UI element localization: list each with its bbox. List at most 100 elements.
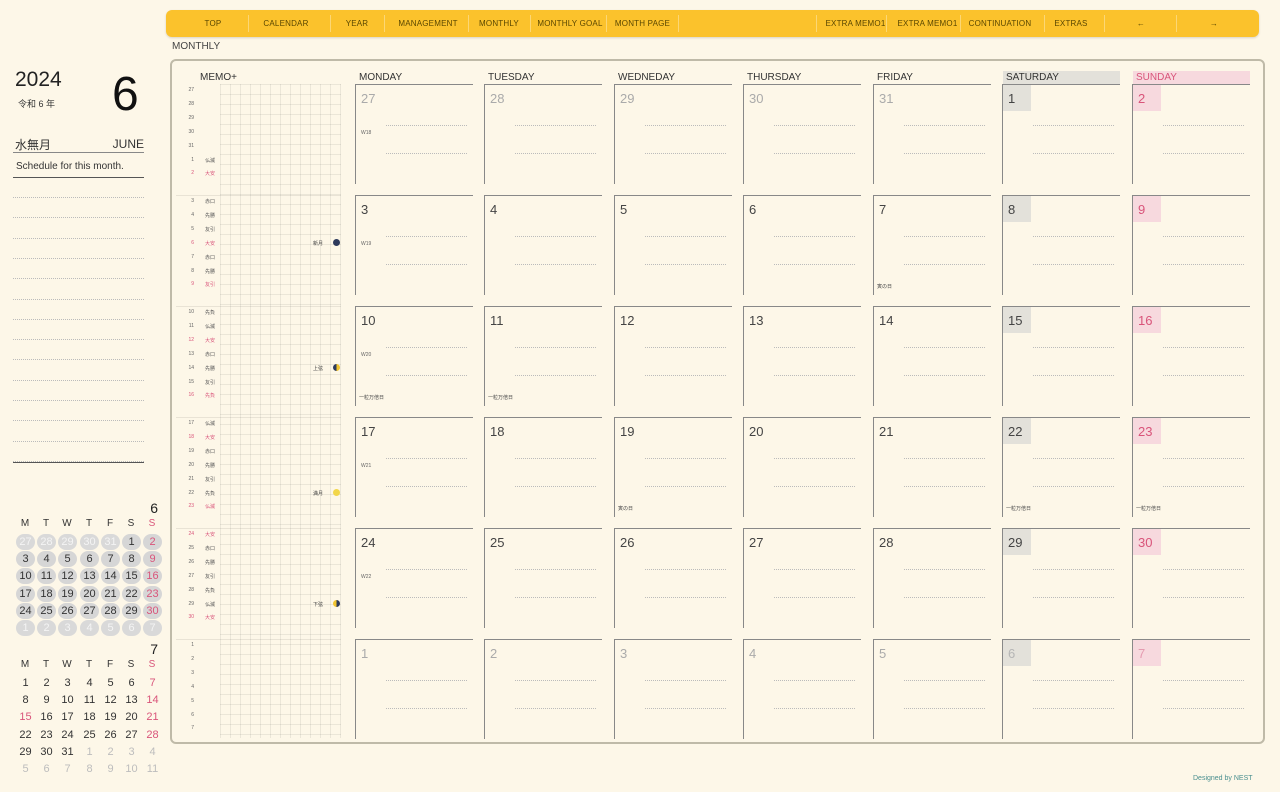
mini-calendar-day[interactable]: 13 bbox=[122, 692, 141, 708]
mini-calendar-day[interactable]: 25 bbox=[37, 602, 56, 619]
mini-calendar-day[interactable]: 24 bbox=[58, 727, 77, 743]
day-cell[interactable]: 5 bbox=[873, 639, 991, 739]
mini-calendar-day[interactable]: 4 bbox=[143, 744, 162, 760]
schedule-line[interactable] bbox=[13, 257, 144, 259]
mini-calendar-day[interactable]: 20 bbox=[122, 709, 141, 725]
mini-calendar-day[interactable]: 25 bbox=[80, 727, 99, 743]
nav-item-year[interactable]: YEAR bbox=[343, 10, 371, 37]
mini-calendar-day[interactable]: 1 bbox=[122, 534, 141, 550]
nav-item-top[interactable]: TOP bbox=[200, 10, 226, 37]
mini-calendar-day[interactable]: 5 bbox=[101, 620, 120, 636]
day-cell[interactable]: 9 bbox=[1132, 195, 1250, 295]
mini-calendar-day[interactable]: 29 bbox=[16, 744, 35, 760]
day-cell[interactable]: 18 bbox=[484, 417, 602, 517]
day-cell[interactable]: 23 一粒万倍日 bbox=[1132, 417, 1250, 517]
schedule-line[interactable] bbox=[13, 298, 144, 300]
day-cell[interactable]: 1 bbox=[355, 639, 473, 739]
nav-item-monthly-goal[interactable]: MONTHLY GOAL bbox=[535, 10, 605, 37]
mini-calendar-day[interactable]: 16 bbox=[37, 709, 56, 725]
day-cell[interactable]: 2 bbox=[1132, 84, 1250, 184]
mini-calendar-day[interactable]: 7 bbox=[143, 620, 162, 636]
mini-calendar-day[interactable]: 12 bbox=[58, 568, 77, 585]
day-cell[interactable]: 3 W19 bbox=[355, 195, 473, 295]
mini-calendar-day[interactable]: 14 bbox=[143, 692, 162, 708]
mini-calendar-day[interactable]: 24 bbox=[16, 602, 35, 619]
day-cell[interactable]: 27 W18 bbox=[355, 84, 473, 184]
nav-item-extra-memo1[interactable]: EXTRA MEMO1 bbox=[896, 10, 959, 37]
mini-calendar-day[interactable]: 3 bbox=[122, 744, 141, 760]
day-cell[interactable]: 11 一粒万倍日 bbox=[484, 306, 602, 406]
day-cell[interactable]: 6 bbox=[1002, 639, 1120, 739]
mini-calendar-day[interactable]: 7 bbox=[143, 675, 162, 691]
mini-calendar-day[interactable]: 6 bbox=[122, 620, 141, 636]
mini-calendar-day[interactable]: 12 bbox=[101, 692, 120, 708]
mini-calendar-day[interactable]: 2 bbox=[37, 620, 56, 636]
nav-item-monthly[interactable]: MONTHLY bbox=[477, 10, 521, 37]
nav-item-extra-memo1[interactable]: EXTRA MEMO1 bbox=[824, 10, 887, 37]
nav-item-extras[interactable]: EXTRAS bbox=[1053, 10, 1089, 37]
day-cell[interactable]: 25 bbox=[484, 528, 602, 628]
mini-calendar-day[interactable]: 30 bbox=[37, 744, 56, 760]
mini-calendar-day[interactable]: 3 bbox=[58, 675, 77, 691]
mini-calendar-day[interactable]: 7 bbox=[101, 551, 120, 568]
day-cell[interactable]: 30 bbox=[743, 84, 861, 184]
nav-item-calendar[interactable]: CALENDAR bbox=[260, 10, 312, 37]
mini-calendar-day[interactable]: 7 bbox=[58, 761, 77, 777]
schedule-line[interactable] bbox=[13, 217, 144, 219]
mini-calendar-day[interactable]: 23 bbox=[37, 727, 56, 743]
day-cell[interactable]: 16 bbox=[1132, 306, 1250, 406]
schedule-line[interactable] bbox=[13, 359, 144, 361]
mini-calendar-day[interactable]: 15 bbox=[16, 709, 35, 725]
day-cell[interactable]: 6 bbox=[743, 195, 861, 295]
day-cell[interactable]: 17 W21 bbox=[355, 417, 473, 517]
mini-calendar-day[interactable]: 8 bbox=[122, 551, 141, 568]
mini-calendar-day[interactable]: 11 bbox=[80, 692, 99, 708]
mini-calendar-day[interactable]: 27 bbox=[122, 727, 141, 743]
day-cell[interactable]: 31 bbox=[873, 84, 991, 184]
day-cell[interactable]: 3 bbox=[614, 639, 732, 739]
mini-calendar-day[interactable]: 19 bbox=[101, 709, 120, 725]
nav-item-management[interactable]: MANAGEMENT bbox=[395, 10, 461, 37]
mini-calendar-day[interactable]: 10 bbox=[16, 568, 35, 585]
mini-calendar-day[interactable]: 21 bbox=[143, 709, 162, 725]
mini-calendar-day[interactable]: 26 bbox=[101, 727, 120, 743]
mini-calendar-day[interactable]: 22 bbox=[122, 585, 141, 602]
day-cell[interactable]: 20 bbox=[743, 417, 861, 517]
mini-calendar-day[interactable]: 22 bbox=[16, 727, 35, 743]
nav-item-continuation[interactable]: CONTINUATION bbox=[966, 10, 1034, 37]
mini-calendar-day[interactable]: 9 bbox=[143, 551, 162, 568]
mini-calendar-day[interactable]: 6 bbox=[80, 551, 99, 568]
mini-calendar-day[interactable]: 8 bbox=[80, 761, 99, 777]
mini-calendar-day[interactable]: 2 bbox=[101, 744, 120, 760]
day-cell[interactable]: 29 bbox=[614, 84, 732, 184]
mini-calendar-day[interactable]: 31 bbox=[101, 534, 120, 550]
mini-calendar-day[interactable]: 10 bbox=[122, 761, 141, 777]
mini-calendar-day[interactable]: 17 bbox=[16, 585, 35, 602]
mini-calendar-day[interactable]: 18 bbox=[80, 709, 99, 725]
mini-calendar-day[interactable]: 1 bbox=[16, 675, 35, 691]
schedule-line[interactable] bbox=[13, 420, 144, 422]
day-cell[interactable]: 30 bbox=[1132, 528, 1250, 628]
mini-calendar-day[interactable]: 29 bbox=[58, 534, 77, 550]
day-cell[interactable]: 29 bbox=[1002, 528, 1120, 628]
mini-calendar-day[interactable]: 6 bbox=[122, 675, 141, 691]
mini-calendar-day[interactable]: 1 bbox=[80, 744, 99, 760]
day-cell[interactable]: 10 W20 一粒万倍日 bbox=[355, 306, 473, 406]
mini-calendar-day[interactable]: 10 bbox=[58, 692, 77, 708]
schedule-line[interactable] bbox=[13, 379, 144, 381]
mini-calendar-day[interactable]: 17 bbox=[58, 709, 77, 725]
mini-calendar-day[interactable]: 5 bbox=[101, 675, 120, 691]
day-cell[interactable]: 12 bbox=[614, 306, 732, 406]
mini-calendar-day[interactable]: 18 bbox=[37, 585, 56, 602]
day-cell[interactable]: 27 bbox=[743, 528, 861, 628]
day-cell[interactable]: 1 bbox=[1002, 84, 1120, 184]
mini-calendar-day[interactable]: 1 bbox=[16, 620, 35, 636]
day-cell[interactable]: 5 bbox=[614, 195, 732, 295]
mini-calendar-day[interactable]: 31 bbox=[58, 744, 77, 760]
schedule-line[interactable] bbox=[13, 318, 144, 320]
day-cell[interactable]: 26 bbox=[614, 528, 732, 628]
mini-calendar-day[interactable]: 19 bbox=[58, 585, 77, 602]
mini-calendar-day[interactable]: 3 bbox=[16, 551, 35, 568]
mini-calendar-day[interactable]: 2 bbox=[37, 675, 56, 691]
day-cell[interactable]: 21 bbox=[873, 417, 991, 517]
